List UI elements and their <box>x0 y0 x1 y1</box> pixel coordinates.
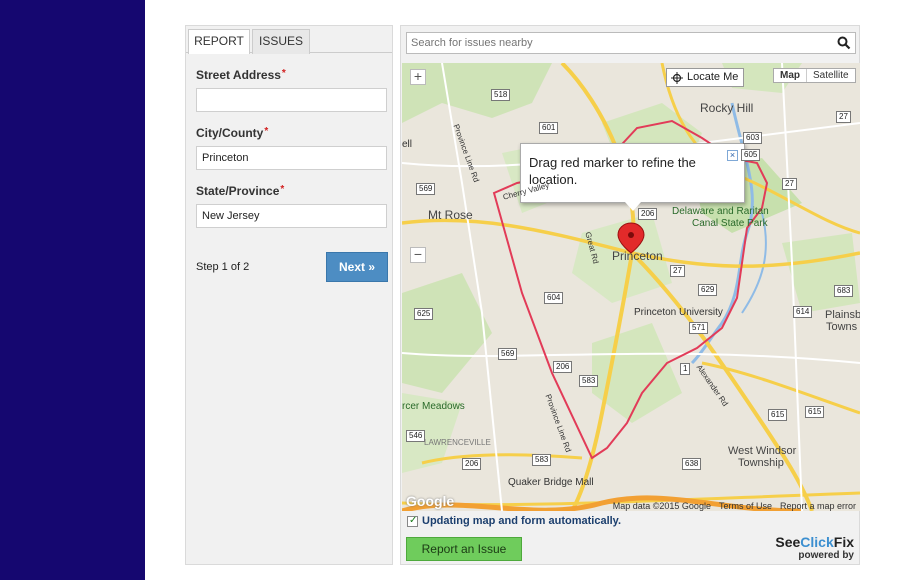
road-shield: 603 <box>743 132 763 144</box>
road-shield: 638 <box>682 458 702 470</box>
google-logo: Google <box>406 493 455 509</box>
place-label: Delaware and Raritan <box>672 206 769 217</box>
seeclickfix-logo: SeeClickFix powered by <box>775 534 854 562</box>
place-label: Princeton University <box>634 307 723 318</box>
road-shield: 625 <box>414 308 434 320</box>
road-shield: 605 <box>741 149 761 161</box>
road-shield: 683 <box>834 285 854 297</box>
tab-report[interactable]: REPORT <box>188 29 250 54</box>
map-type-control: Map Satellite <box>773 68 856 83</box>
tab-bar: REPORT ISSUES <box>186 26 392 54</box>
auto-update-label: Updating map and form automatically. <box>422 515 622 527</box>
state-province-label: State/Province* <box>196 184 284 198</box>
place-label: Princeton <box>612 249 663 263</box>
place-label: West Windsor <box>728 445 797 457</box>
required-marker: * <box>280 184 285 195</box>
place-label: Towns <box>826 321 858 333</box>
road-shield: 27 <box>782 178 797 190</box>
place-label: LAWRENCEVILLE <box>424 438 491 447</box>
map-type-map[interactable]: Map <box>774 69 807 82</box>
zoom-out-button[interactable]: − <box>410 247 426 263</box>
crosshair-icon <box>671 72 683 84</box>
next-button[interactable]: Next » <box>326 252 388 282</box>
report-map-error-link[interactable]: Report a map error <box>780 501 856 511</box>
road-shield: 571 <box>689 322 709 334</box>
street-address-label: Street Address* <box>196 68 286 82</box>
state-province-input[interactable] <box>196 204 387 228</box>
report-issue-button[interactable]: Report an Issue <box>406 537 522 561</box>
place-label: Plainsb <box>825 309 860 321</box>
city-county-input[interactable] <box>196 146 387 170</box>
road-shield: 546 <box>406 430 426 442</box>
place-label: Mt Rose <box>428 208 473 222</box>
street-address-input[interactable] <box>196 88 387 112</box>
auto-update-checkbox[interactable] <box>407 515 418 527</box>
road-shield: 601 <box>539 122 559 134</box>
search-box <box>406 32 856 54</box>
road-shield: 206 <box>553 361 573 373</box>
place-label: Township <box>738 457 784 469</box>
street-address-label-text: Street Address <box>196 68 281 82</box>
marker-tooltip: Drag red marker to refine the location. … <box>520 143 745 211</box>
road-shield: 583 <box>532 454 552 466</box>
road-shield: 614 <box>793 306 813 318</box>
search-icon[interactable] <box>837 36 851 50</box>
locate-me-label: Locate Me <box>687 71 739 83</box>
road-shield: 615 <box>805 406 825 418</box>
left-color-band <box>0 0 145 580</box>
close-icon[interactable]: × <box>727 150 738 161</box>
road-shield: 27 <box>836 111 851 123</box>
required-marker: * <box>281 68 286 79</box>
map-canvas[interactable]: + − Locate Me Map Satellite Drag red mar… <box>402 63 860 511</box>
road-shield: 615 <box>768 409 788 421</box>
map-panel: + − Locate Me Map Satellite Drag red mar… <box>400 25 860 565</box>
place-label: Rocky Hill <box>700 101 754 115</box>
map-data-credit: Map data ©2015 Google <box>612 501 711 511</box>
road-shield: 206 <box>638 208 658 220</box>
auto-update-checkbox-row[interactable]: Updating map and form automatically. <box>407 515 621 527</box>
search-input[interactable] <box>407 33 827 53</box>
road-shield: 604 <box>544 292 564 304</box>
city-county-label-text: City/County <box>196 126 264 140</box>
road-shield: 206 <box>462 458 482 470</box>
zoom-in-button[interactable]: + <box>410 69 426 85</box>
place-label: Quaker Bridge Mall <box>508 477 594 488</box>
terms-link[interactable]: Terms of Use <box>719 501 772 511</box>
brand-powered-by: powered by <box>798 550 854 561</box>
road-shield: 569 <box>416 183 436 195</box>
road-shield: 1 <box>680 363 691 375</box>
road-shield: 569 <box>498 348 518 360</box>
road-shield: 583 <box>579 375 599 387</box>
place-label: Canal State Park <box>692 218 768 229</box>
place-label: rcer Meadows <box>402 401 465 412</box>
map-attribution: Map data ©2015 Google Terms of Use Report … <box>605 501 856 511</box>
tooltip-text: Drag red marker to refine the location. <box>529 155 696 187</box>
locate-me-button[interactable]: Locate Me <box>666 68 744 87</box>
brand-click: Click <box>800 534 834 550</box>
road-shield: 27 <box>670 265 685 277</box>
tab-issues[interactable]: ISSUES <box>252 29 310 54</box>
city-county-label: City/County* <box>196 126 268 140</box>
brand-fix: Fix <box>833 534 854 550</box>
state-province-label-text: State/Province <box>196 184 280 198</box>
road-shield: 518 <box>491 89 511 101</box>
report-form-panel: REPORT ISSUES Street Address* City/Count… <box>185 25 393 565</box>
required-marker: * <box>264 126 269 137</box>
step-indicator: Step 1 of 2 <box>196 261 250 273</box>
map-type-satellite[interactable]: Satellite <box>807 69 855 82</box>
brand-see: See <box>775 534 801 550</box>
place-label: ell <box>402 139 413 150</box>
road-shield: 629 <box>698 284 718 296</box>
